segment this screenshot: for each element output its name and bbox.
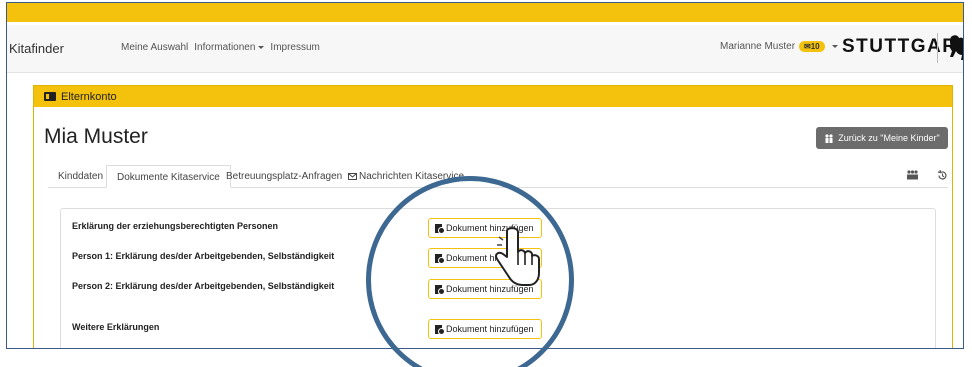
row-label-person-1: Person 1: Erklärung des/der Arbeitgebend… [72, 251, 335, 261]
nav-link-informationen-label: Informationen [194, 42, 256, 53]
id-card-icon [44, 92, 56, 101]
stuttgart-logo[interactable]: STUTTGART [842, 36, 963, 58]
top-accent-stripe [7, 3, 963, 22]
back-button-label: Zurück zu "Meine Kinder" [838, 133, 940, 143]
back-to-children-button[interactable]: Zurück zu "Meine Kinder" [816, 127, 948, 149]
chevron-down-icon [258, 45, 265, 49]
user-menu[interactable]: Marianne Muster ✉10 [720, 41, 838, 52]
panel-header: Elternkonto [34, 86, 952, 107]
tab-betreuungsplatz-anfragen[interactable]: Betreuungsplatz-Anfragen [216, 165, 352, 188]
tab-dokumente-kitaservice[interactable]: Dokumente Kitaservice [106, 165, 231, 188]
tab-kinddaten[interactable]: Kinddaten [48, 165, 113, 188]
row-label-erziehungsberechtigte: Erklärung der erziehungsberechtigten Per… [72, 221, 279, 231]
history-icon[interactable] [937, 170, 948, 181]
chevron-down-icon [831, 45, 838, 48]
nav-link-impressum[interactable]: Impressum [270, 42, 319, 53]
group-icon[interactable] [906, 170, 919, 180]
page-title: Mia Muster [44, 125, 148, 148]
top-navbar: Kitafinder Meine Auswahl Informationen I… [7, 25, 963, 73]
pointing-hand-icon [495, 227, 540, 286]
children-icon [825, 133, 833, 143]
envelope-icon [348, 172, 357, 180]
user-name: Marianne Muster [720, 41, 796, 52]
stuttgart-horse-icon [949, 35, 963, 60]
tab-actions [906, 170, 948, 181]
nav-link-informationen[interactable]: Informationen [194, 42, 265, 53]
row-label-weitere: Weitere Erklärungen [72, 322, 160, 332]
logo-divider [937, 33, 938, 63]
nav-links: Meine Auswahl Informationen Impressum [121, 42, 320, 53]
panel-header-title: Elternkonto [61, 90, 117, 103]
row-label-person-2: Person 2: Erklärung des/der Arbeitgebend… [72, 281, 335, 291]
brand-link[interactable]: Kitafinder [9, 41, 64, 56]
nav-link-meine-auswahl[interactable]: Meine Auswahl [121, 42, 188, 53]
message-count-badge: ✉10 [799, 41, 825, 52]
